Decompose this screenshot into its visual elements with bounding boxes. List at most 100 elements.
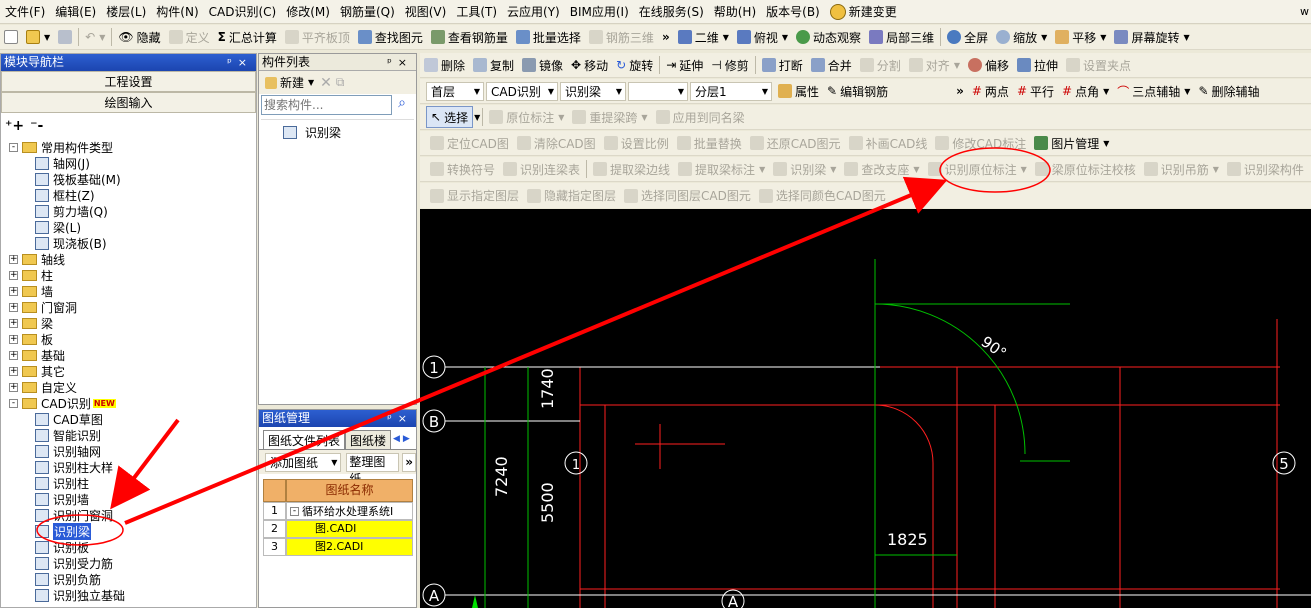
- menu-modify[interactable]: 修改(M): [281, 0, 335, 23]
- tree-leaf[interactable]: 识别柱大样: [9, 459, 256, 475]
- component-search-input[interactable]: [261, 95, 392, 115]
- toolbar-overflow[interactable]: »: [658, 26, 674, 48]
- tree-folder[interactable]: + 柱: [9, 267, 256, 283]
- orig-mark-check-button[interactable]: 梁原位标注校核: [1031, 158, 1140, 180]
- expand-icon[interactable]: +: [9, 270, 18, 280]
- tree-leaf[interactable]: 识别受力筋: [9, 555, 256, 571]
- menu-component[interactable]: 构件(N): [151, 0, 203, 23]
- tree-leaf[interactable]: 轴网(J): [9, 155, 256, 171]
- expand-all-icon[interactable]: ⁺+: [5, 118, 24, 134]
- parallel-button[interactable]: # 平行: [1013, 80, 1058, 102]
- summary-button[interactable]: Σ 汇总计算: [214, 26, 281, 48]
- project-settings-button[interactable]: 工程设置: [1, 71, 256, 92]
- add-drawing-dropdown[interactable]: 添加图纸 ▼: [265, 452, 342, 472]
- tree-folder[interactable]: + 轴线: [9, 251, 256, 267]
- menu-edit[interactable]: 编辑(E): [50, 0, 101, 23]
- tree-leaf[interactable]: 识别独立基础: [9, 587, 256, 603]
- tree-leaf[interactable]: 筏板基础(M): [9, 171, 256, 187]
- organize-drawing-button[interactable]: 整理图纸: [346, 452, 400, 486]
- menu-help[interactable]: 帮助(H): [709, 0, 761, 23]
- drawing-input-button[interactable]: 绘图输入: [1, 92, 256, 113]
- plan-view-button[interactable]: 俯视 ▼: [733, 26, 792, 48]
- restore-cad-button[interactable]: 还原CAD图元: [746, 132, 845, 154]
- two-points-button[interactable]: # 两点: [968, 80, 1013, 102]
- set-grip-button[interactable]: 设置夹点: [1062, 54, 1135, 76]
- panel-controls[interactable]: ᵖ×: [387, 54, 413, 71]
- drawing-toolbar-overflow[interactable]: »: [402, 452, 416, 472]
- point-angle-button[interactable]: # 点角 ▼: [1058, 80, 1113, 102]
- dynamic-observe-button[interactable]: 动态观察: [792, 26, 865, 48]
- copy-icon[interactable]: ⧉: [336, 75, 345, 90]
- floor-select[interactable]: 首层 ▼: [426, 81, 484, 101]
- expand-icon[interactable]: +: [9, 382, 18, 392]
- tab-scroll-arrows[interactable]: ◀ ▶: [391, 430, 410, 449]
- extract-mark-button[interactable]: 提取梁标注 ▼: [674, 158, 769, 180]
- tree-leaf[interactable]: 识别轴网: [9, 443, 256, 459]
- expand-icon[interactable]: +: [9, 254, 18, 264]
- drawing-row[interactable]: 3 图2.CADI: [263, 538, 413, 556]
- hide-layer-button[interactable]: 隐藏指定图层: [523, 185, 620, 207]
- tab-drawing-floors[interactable]: 图纸楼: [345, 430, 392, 449]
- menu-file[interactable]: 文件(F): [0, 0, 50, 23]
- tree-folder[interactable]: + 门窗洞: [9, 299, 256, 315]
- tree-leaf[interactable]: 识别负筋: [9, 571, 256, 587]
- identify-continuous-button[interactable]: 识别连梁表: [499, 158, 584, 180]
- properties-button[interactable]: 属性: [774, 80, 823, 102]
- rotate-button[interactable]: ↻ 旋转: [612, 54, 657, 76]
- tree-folder[interactable]: + 板: [9, 331, 256, 347]
- batch-replace-button[interactable]: 批量替换: [673, 132, 746, 154]
- break-button[interactable]: 打断: [758, 54, 807, 76]
- flat-top-button[interactable]: 平齐板顶: [281, 26, 354, 48]
- tree-folder[interactable]: - CAD识别 NEW: [9, 395, 256, 411]
- hide-button[interactable]: 👁 隐藏: [114, 26, 164, 48]
- edit-rebar-button[interactable]: ✎ 编辑钢筋: [823, 80, 892, 102]
- rebar-3d-button[interactable]: 钢筋三维: [585, 26, 658, 48]
- tree-leaf[interactable]: 识别墙: [9, 491, 256, 507]
- batch-select-button[interactable]: 批量选择: [512, 26, 585, 48]
- trim-button[interactable]: ⊣ 修剪: [707, 54, 752, 76]
- split-button[interactable]: 分割: [856, 54, 905, 76]
- tree-leaf[interactable]: 识别板: [9, 539, 256, 555]
- undo-button[interactable]: ↶ ▼: [81, 26, 109, 48]
- expand-icon[interactable]: +: [9, 286, 18, 296]
- show-layer-button[interactable]: 显示指定图层: [426, 185, 523, 207]
- tree-leaf[interactable]: 识别门窗洞: [9, 507, 256, 523]
- menu-cloud[interactable]: 云应用(Y): [502, 0, 565, 23]
- menu-online[interactable]: 在线服务(S): [634, 0, 709, 23]
- merge-button[interactable]: 合并: [807, 54, 856, 76]
- menu-version[interactable]: 版本号(B): [761, 0, 825, 23]
- delete-axis-button[interactable]: ✎ 删除辅轴: [1194, 80, 1263, 102]
- tree-leaf[interactable]: 识别梁: [9, 522, 256, 540]
- collapse-icon[interactable]: -: [9, 142, 18, 152]
- identify-hanger-button[interactable]: 识别吊筋 ▼: [1140, 158, 1223, 180]
- drawing-row[interactable]: 1 - 循环给水处理系统I: [263, 502, 413, 520]
- delete-icon[interactable]: ✕: [320, 75, 332, 91]
- select-same-color-button[interactable]: 选择同颜色CAD图元: [755, 185, 890, 207]
- expand-icon[interactable]: +: [9, 366, 18, 376]
- expand-icon[interactable]: +: [9, 318, 18, 328]
- align-button[interactable]: 对齐 ▼: [905, 54, 964, 76]
- fill-cad-line-button[interactable]: 补画CAD线: [845, 132, 932, 154]
- collapse-all-icon[interactable]: ⁻-: [30, 118, 43, 134]
- identify-beam-button[interactable]: 识别梁 ▼: [769, 158, 840, 180]
- new-change-button[interactable]: 新建变更: [825, 0, 902, 23]
- panel-controls[interactable]: ᵖ×: [387, 410, 413, 427]
- image-mgmt-button[interactable]: 图片管理 ▼: [1030, 132, 1113, 154]
- search-icon[interactable]: ⌕: [392, 95, 412, 115]
- fullscreen-button[interactable]: 全屏: [943, 26, 992, 48]
- tree-leaf[interactable]: 剪力墙(Q): [9, 203, 256, 219]
- three-point-axis-button[interactable]: ⌒ 三点辅轴 ▼: [1113, 80, 1194, 102]
- define-button[interactable]: 定义: [165, 26, 214, 48]
- open-file-button[interactable]: ▼: [22, 26, 54, 48]
- drawing-row[interactable]: 2 图.CADI: [263, 520, 413, 538]
- menu-cad[interactable]: CAD识别(C): [204, 0, 282, 23]
- tree-folder[interactable]: + 墙: [9, 283, 256, 299]
- instance-select[interactable]: ▼: [628, 81, 688, 101]
- mirror-button[interactable]: 镜像: [518, 54, 567, 76]
- tree-leaf[interactable]: 智能识别: [9, 427, 256, 443]
- local-3d-button[interactable]: 局部三维: [865, 26, 938, 48]
- orig-mark-button[interactable]: 原位标注 ▼: [485, 106, 568, 128]
- locate-cad-button[interactable]: 定位CAD图: [426, 132, 513, 154]
- save-button[interactable]: [54, 26, 76, 48]
- menu-bim[interactable]: BIM应用(I): [565, 0, 634, 23]
